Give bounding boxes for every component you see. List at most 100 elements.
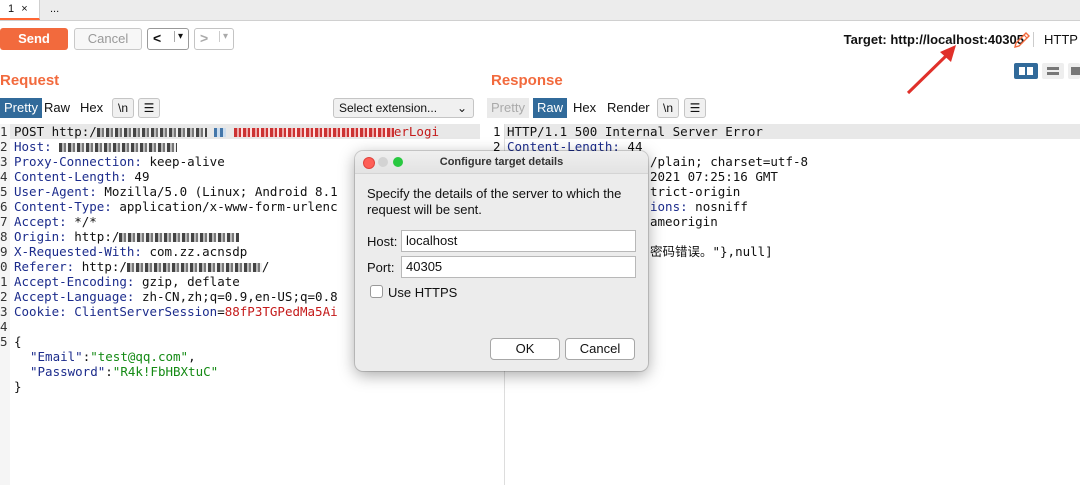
request-line: Accept: */* [14, 214, 97, 229]
json-brace: } [14, 379, 22, 394]
request-line: POST http:/ erLogi [14, 124, 439, 139]
window-zoom-icon[interactable] [393, 157, 403, 167]
response-menu-icon[interactable]: ☰ [684, 98, 706, 118]
response-line: HTTP/1.1 500 Internal Server Error [507, 124, 763, 139]
request-line: Content-Type: application/x-www-form-url… [14, 199, 338, 214]
dialog-cancel-button[interactable]: Cancel [565, 338, 635, 360]
use-https-checkbox[interactable] [370, 285, 383, 298]
forward-arrow-icon: > [200, 30, 209, 46]
cookie-value: 88fP3TGPedMa5Ai [224, 304, 338, 319]
cookie-eq: = [217, 304, 225, 319]
back-arrow-icon: < [153, 30, 162, 46]
header-key: Cookie: [14, 304, 67, 319]
response-line: 密码错误。"},null] [650, 244, 773, 259]
header-key: ions: [650, 199, 688, 214]
cookie-name: ClientServerSession [66, 304, 218, 319]
port-input[interactable]: 40305 [401, 256, 636, 278]
header-value: com.zz.acnsdp [141, 244, 248, 259]
redacted-text [119, 233, 240, 242]
response-line: /plain; charset=utf-8 [650, 154, 809, 169]
tab-label: 1 [8, 3, 15, 15]
annotation-arrow-icon [906, 45, 956, 95]
window-close-icon[interactable] [363, 157, 375, 169]
response-tab-raw[interactable]: Raw [533, 98, 568, 118]
request-tab-pretty[interactable]: Pretty [0, 98, 42, 118]
header-key: Host: [14, 139, 52, 154]
request-line: Cookie: ClientServerSession=88fP3TGPedMa… [14, 304, 338, 319]
request-tab-raw[interactable]: Raw [40, 98, 74, 118]
header-key: Accept: [14, 214, 67, 229]
header-value: Mozilla/5.0 (Linux; Android 8.1 [96, 184, 338, 199]
json-value: "R4k!FbHBXtuC" [112, 364, 219, 379]
response-line: ions: nosniff [650, 199, 748, 214]
json-brace: { [14, 334, 22, 349]
request-title: Request [0, 72, 60, 89]
layout-split-icon[interactable] [1014, 63, 1038, 79]
response-tab-pretty[interactable]: Pretty [487, 98, 529, 118]
json-value: "test@qq.com" [90, 349, 189, 364]
header-key: Referer: [14, 259, 75, 274]
tab-close-icon[interactable]: × [21, 3, 27, 15]
response-tab-render[interactable]: Render [603, 98, 654, 118]
request-line: "Password":"R4k!FbHBXtuC" [30, 364, 218, 379]
tab-1[interactable]: 1 × [0, 0, 40, 20]
request-menu-icon[interactable]: ☰ [138, 98, 160, 118]
json-colon: : [105, 364, 113, 379]
response-newline-toggle[interactable]: \n [657, 98, 679, 118]
request-line: X-Requested-With: com.zz.acnsdp [14, 244, 247, 259]
tab-more[interactable]: ... [42, 0, 78, 20]
use-https-label[interactable]: Use HTTPS [388, 285, 457, 300]
header-value: application/x-www-form-urlenc [111, 199, 338, 214]
request-line: Referer: http:/ / [14, 259, 269, 274]
history-back-button[interactable]: < ▾ [147, 28, 189, 50]
request-line: Accept-Language: zh-CN,zh;q=0.9,en-US;q=… [14, 289, 338, 304]
response-line: trict-origin [650, 184, 741, 199]
redacted-text [126, 263, 262, 272]
header-key: Accept-Language: [14, 289, 135, 304]
dialog-description: Specify the details of the server to whi… [367, 186, 622, 217]
response-line: 2021 07:25:16 GMT [650, 169, 778, 184]
dialog-title: Configure target details [439, 156, 564, 168]
header-key: Proxy-Connection: [14, 154, 142, 169]
configure-target-dialog: Configure target details Specify the det… [355, 151, 648, 371]
header-value: http:/ [66, 229, 120, 244]
redacted-text [59, 143, 178, 152]
request-line: { [14, 334, 22, 349]
redacted-text [214, 128, 227, 137]
host-input[interactable]: localhost [401, 230, 636, 252]
header-value: nosniff [687, 199, 748, 214]
response-line: ameorigin [650, 214, 718, 229]
header-value: */* [66, 214, 97, 229]
window-minimize-icon[interactable] [378, 157, 388, 167]
request-line: User-Agent: Mozilla/5.0 (Linux; Android … [14, 184, 338, 199]
select-extension-dropdown[interactable]: Select extension... ⌄ [333, 98, 474, 118]
header-value: gzip, deflate [134, 274, 240, 289]
request-line: "Email":"test@qq.com", [30, 349, 196, 364]
header-key: Content-Type: [14, 199, 112, 214]
request-line: Origin: http:/ [14, 229, 240, 244]
request-newline-toggle[interactable]: \n [112, 98, 134, 118]
request-tab-hex[interactable]: Hex [76, 98, 107, 118]
protocol-label[interactable]: HTTP [1033, 32, 1080, 47]
layout-toggle [1014, 63, 1080, 81]
request-line: Proxy-Connection: keep-alive [14, 154, 225, 169]
ok-button[interactable]: OK [490, 338, 560, 360]
request-line-text: POST http:/ [14, 124, 97, 139]
header-key: User-Agent: [14, 184, 97, 199]
redacted-text [96, 128, 207, 137]
layout-tabs-icon[interactable] [1068, 63, 1080, 79]
layout-stacked-icon[interactable] [1042, 63, 1064, 79]
line-number: 1 [493, 124, 501, 139]
cancel-button[interactable]: Cancel [74, 28, 142, 50]
response-title: Response [491, 72, 563, 89]
send-button[interactable]: Send [0, 28, 68, 50]
header-value: zh-CN,zh;q=0.9,en-US;q=0.8 [134, 289, 338, 304]
response-tab-hex[interactable]: Hex [569, 98, 600, 118]
host-label: Host: [367, 234, 398, 249]
header-key: Origin: [14, 229, 67, 244]
history-forward-button[interactable]: > ▾ [194, 28, 234, 50]
json-key: "Password" [30, 364, 106, 379]
edit-pencil-icon[interactable] [1012, 30, 1032, 50]
chevron-down-icon: ▾ [219, 31, 228, 42]
header-value: keep-alive [141, 154, 225, 169]
